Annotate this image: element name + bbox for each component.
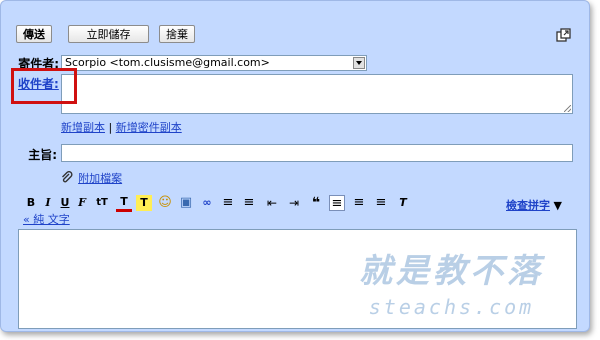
underline-button[interactable]: U [57, 195, 73, 211]
attach-file-link[interactable]: 附加檔案 [78, 172, 122, 185]
outdent-button[interactable]: ⇤ [264, 195, 280, 211]
numbered-list-button[interactable]: ≡ [220, 195, 236, 211]
watermark: 就是教不落 steachs.com [359, 244, 544, 319]
font-size-button[interactable]: tT [92, 195, 112, 211]
spellcheck-link[interactable]: 檢查拼字 [506, 199, 550, 212]
italic-button[interactable]: I [40, 195, 56, 211]
watermark-en: steachs.com [368, 295, 535, 319]
compose-panel: 傳送 立即儲存 捨棄 寄件者: Scorpio <tom.clusisme@gm… [0, 0, 590, 332]
add-bcc-link[interactable]: 新增密件副本 [116, 121, 182, 134]
font-button[interactable]: F [74, 195, 90, 211]
add-cc-link[interactable]: 新增副本 [61, 121, 105, 134]
subject-label: 主旨: [28, 148, 57, 162]
spellcheck-control[interactable]: 檢查拼字 ▼ [506, 197, 562, 213]
align-right-button[interactable]: ≡ [373, 195, 389, 211]
chevron-down-icon[interactable]: ▼ [554, 199, 562, 212]
indent-button[interactable]: ⇥ [286, 195, 302, 211]
resize-handle-icon[interactable] [564, 105, 571, 112]
plain-text-link[interactable]: « 純 文字 [23, 211, 70, 227]
insert-image-button[interactable]: ▣ [178, 195, 194, 211]
bulleted-list-button[interactable]: ≡ [241, 195, 257, 211]
cc-links: 新增副本 | 新增密件副本 [61, 119, 182, 135]
popout-icon[interactable] [556, 28, 571, 43]
emoticon-button[interactable]: ☺ [157, 195, 173, 211]
paperclip-icon [62, 170, 73, 183]
bold-button[interactable]: B [23, 195, 39, 211]
link-button[interactable]: ∞ [199, 195, 215, 211]
save-now-button[interactable]: 立即儲存 [68, 25, 149, 43]
chevron-down-icon[interactable] [353, 57, 365, 69]
align-center-button[interactable]: ≡ [351, 195, 367, 211]
discard-button[interactable]: 捨棄 [159, 25, 195, 43]
to-field[interactable] [61, 74, 573, 114]
cc-separator: | [108, 121, 113, 134]
text-color-button[interactable]: T [116, 195, 132, 212]
send-button[interactable]: 傳送 [16, 25, 52, 43]
align-left-button[interactable]: ≡ [329, 195, 345, 211]
quote-button[interactable]: ❝ [308, 195, 324, 211]
message-body-editor[interactable]: 就是教不落 steachs.com [18, 229, 577, 329]
highlight-button[interactable]: T [136, 195, 152, 211]
to-label-highlight [11, 68, 77, 104]
remove-format-button[interactable]: T [395, 195, 411, 211]
watermark-cn: 就是教不落 [359, 251, 544, 290]
attach-file[interactable]: 附加檔案 [61, 167, 122, 186]
from-value: Scorpio <tom.clusisme@gmail.com> [65, 56, 270, 69]
from-select[interactable]: Scorpio <tom.clusisme@gmail.com> [61, 55, 367, 71]
subject-input[interactable] [61, 144, 573, 162]
